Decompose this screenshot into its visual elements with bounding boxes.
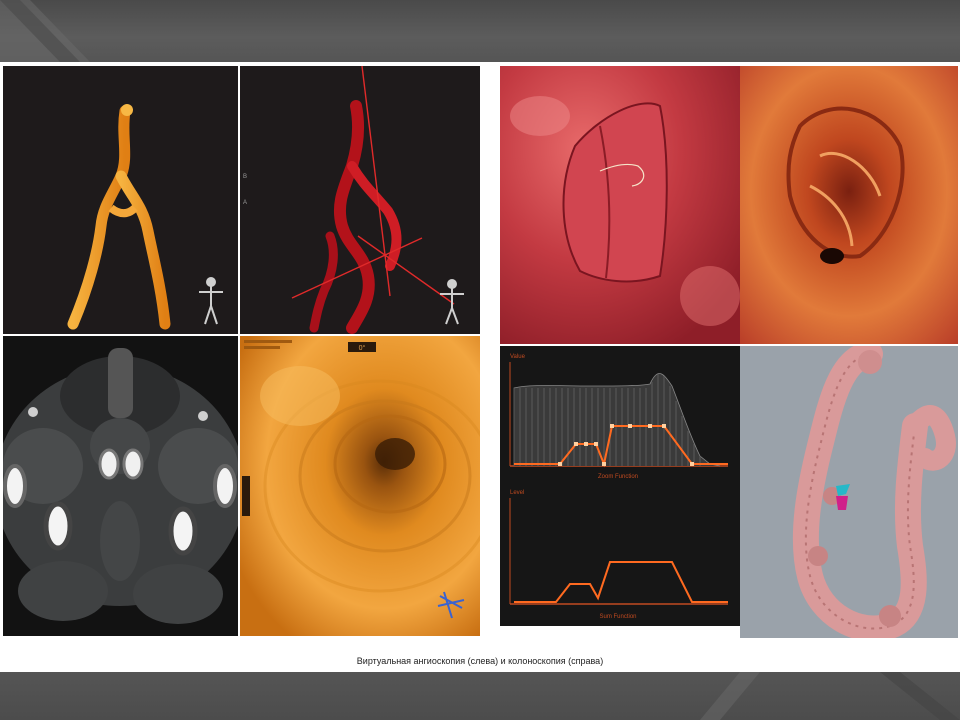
ct-axial-slice-panel bbox=[3, 336, 238, 636]
angle-readout: 0° bbox=[359, 344, 366, 352]
colon-3d-model-panel bbox=[740, 346, 958, 638]
red-vessel-render: B A bbox=[243, 66, 464, 334]
svg-text:A: A bbox=[243, 200, 247, 206]
slide-content: B A 0° Value Zoom Function Level Sum Fun… bbox=[0, 62, 960, 672]
colon-endoview-orange-panel bbox=[740, 66, 958, 344]
top-frame-bar bbox=[0, 0, 960, 62]
svg-text:B: B bbox=[243, 174, 247, 180]
bottom-frame-bar bbox=[0, 672, 960, 720]
transfer-function-graphs: Value Zoom Function Level Sum Function bbox=[509, 354, 728, 620]
ct-slice-image bbox=[3, 348, 238, 624]
lower-graph-ylabel: Level bbox=[510, 490, 524, 496]
colon-red-render bbox=[500, 66, 740, 344]
top-frame-bevel bbox=[0, 0, 90, 62]
upper-graph-ylabel: Value bbox=[510, 354, 526, 360]
body-orientation-figure bbox=[199, 277, 223, 325]
lesion-marker-cyan bbox=[836, 484, 850, 496]
upper-graph-xlabel: Zoom Function bbox=[598, 474, 638, 480]
angio-3d-orange-panel bbox=[3, 66, 238, 334]
bottom-frame-bevel bbox=[700, 672, 960, 720]
angio-3d-red-panel: B A bbox=[240, 66, 480, 334]
endoluminal-orange-render: 0° bbox=[240, 336, 480, 636]
colon-orange-render bbox=[740, 66, 958, 344]
function-graphs-panel: Value Zoom Function Level Sum Function bbox=[500, 346, 740, 626]
endoluminal-orange-panel: 0° bbox=[240, 336, 480, 636]
figure-caption: Виртуальная ангиоскопия (слева) и колоно… bbox=[356, 656, 604, 666]
body-orientation-figure bbox=[440, 279, 464, 325]
colon-endoview-red-panel bbox=[500, 66, 740, 344]
lesion-marker-magenta bbox=[836, 496, 848, 510]
lower-graph-xlabel: Sum Function bbox=[599, 614, 636, 620]
colon-3d-model-render bbox=[792, 346, 956, 638]
orange-vessel-render bbox=[67, 104, 223, 330]
